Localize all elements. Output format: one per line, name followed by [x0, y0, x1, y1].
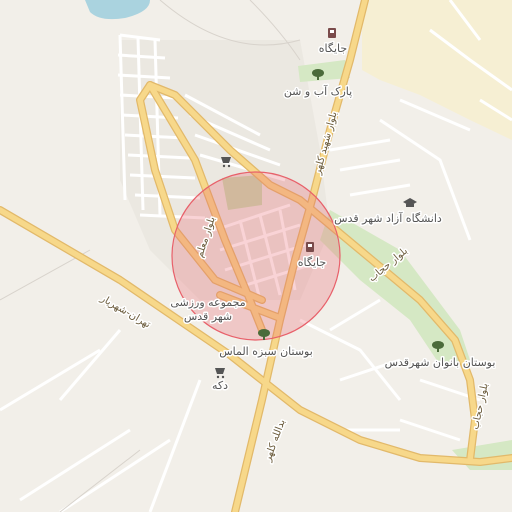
fuel-icon[interactable] — [328, 28, 336, 38]
poi-label-almas-park[interactable]: بوستان سبزه الماس — [218, 344, 315, 360]
map-canvas: تهران-شهریار بلوار معلم بلوار شهید کلهر … — [0, 0, 512, 512]
poi-label-azad-university[interactable]: دانشگاه آزاد شهر قدس — [333, 210, 444, 227]
poi-label-gas-station-1[interactable]: جایگاه — [317, 41, 348, 57]
fuel-icon[interactable] — [306, 242, 314, 252]
poi-label-banovan-park[interactable]: بوستان بانوان شهرقدس — [383, 355, 497, 371]
poi-label-water-park[interactable]: پارک آب و شن — [282, 83, 353, 100]
poi-label-sports-complex-line1[interactable]: مجموعه ورزشی — [169, 295, 247, 311]
poi-label-gas-station-2[interactable]: جایگاه — [296, 255, 327, 271]
poi-label-sports-complex-line2[interactable]: شهر قدس — [182, 309, 233, 325]
map-view[interactable]: تهران-شهریار بلوار معلم بلوار شهید کلهر … — [0, 0, 512, 512]
poi-label-shop[interactable]: دکه — [210, 378, 229, 394]
